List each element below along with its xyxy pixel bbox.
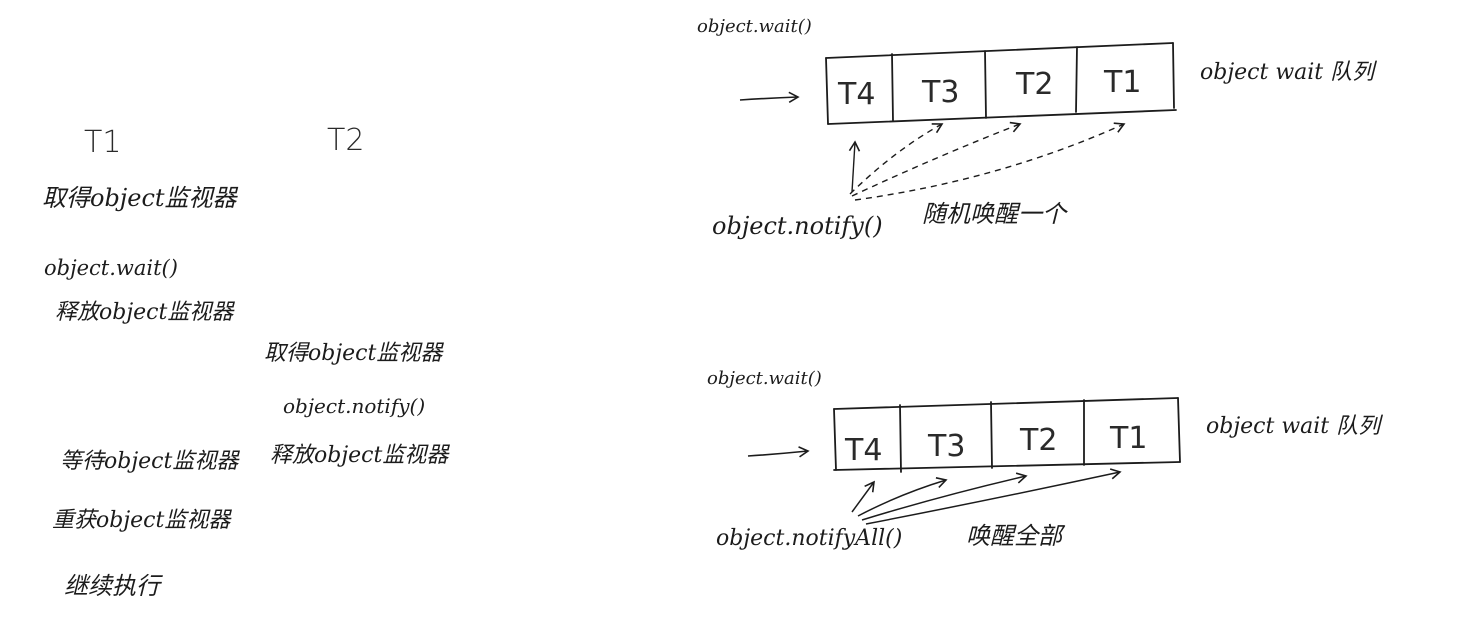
bottom-enqueue-arrow	[747, 446, 810, 458]
top-cell-t4: T4	[837, 77, 875, 112]
top-queue-divider-3	[1075, 46, 1078, 113]
diagram-drawing: T4 T3 T2 T1 T4 T3 T2 T1	[739, 42, 1181, 525]
top-queue-right-edge	[1172, 42, 1175, 109]
bottom-queue-bottom-edge	[833, 461, 1181, 471]
top-notify-arrows	[848, 121, 1126, 201]
bottom-queue-right-edge	[1177, 397, 1181, 463]
top-cell-t2: T2	[1015, 67, 1053, 102]
bottom-notifyall-arrow-t1	[865, 468, 1122, 525]
top-notify-arrow-t1	[854, 122, 1126, 201]
diagram-page: { "left": { "t1_header": "T1", "t2_heade…	[0, 0, 1457, 617]
bottom-notifyall-arrow-t4	[851, 480, 875, 513]
bottom-queue-divider-2	[990, 401, 993, 469]
bottom-cell-t4: T4	[844, 433, 882, 468]
bottom-cell-t1: T1	[1109, 421, 1147, 456]
top-queue-divider-1	[891, 53, 894, 122]
bottom-queue-left-edge	[833, 408, 837, 471]
top-enqueue-arrow	[739, 91, 800, 104]
top-queue-bottom-edge	[827, 109, 1177, 125]
top-queue-top-edge	[825, 42, 1174, 59]
top-queue-divider-2	[984, 50, 987, 119]
top-notify-arrow-t3	[849, 123, 944, 195]
bottom-cell-t3: T3	[927, 429, 965, 464]
top-notify-arrow-t4	[848, 140, 861, 193]
bottom-queue-top-edge	[833, 397, 1179, 410]
top-cell-t1: T1	[1103, 65, 1141, 100]
bottom-cell-t2: T2	[1019, 423, 1057, 458]
bottom-queue-divider-1	[899, 404, 902, 473]
bottom-notifyall-arrow-t2	[861, 472, 1028, 521]
top-queue-left-edge	[825, 57, 829, 125]
bottom-notifyall-arrows	[851, 468, 1122, 525]
top-cell-t3: T3	[921, 75, 959, 110]
